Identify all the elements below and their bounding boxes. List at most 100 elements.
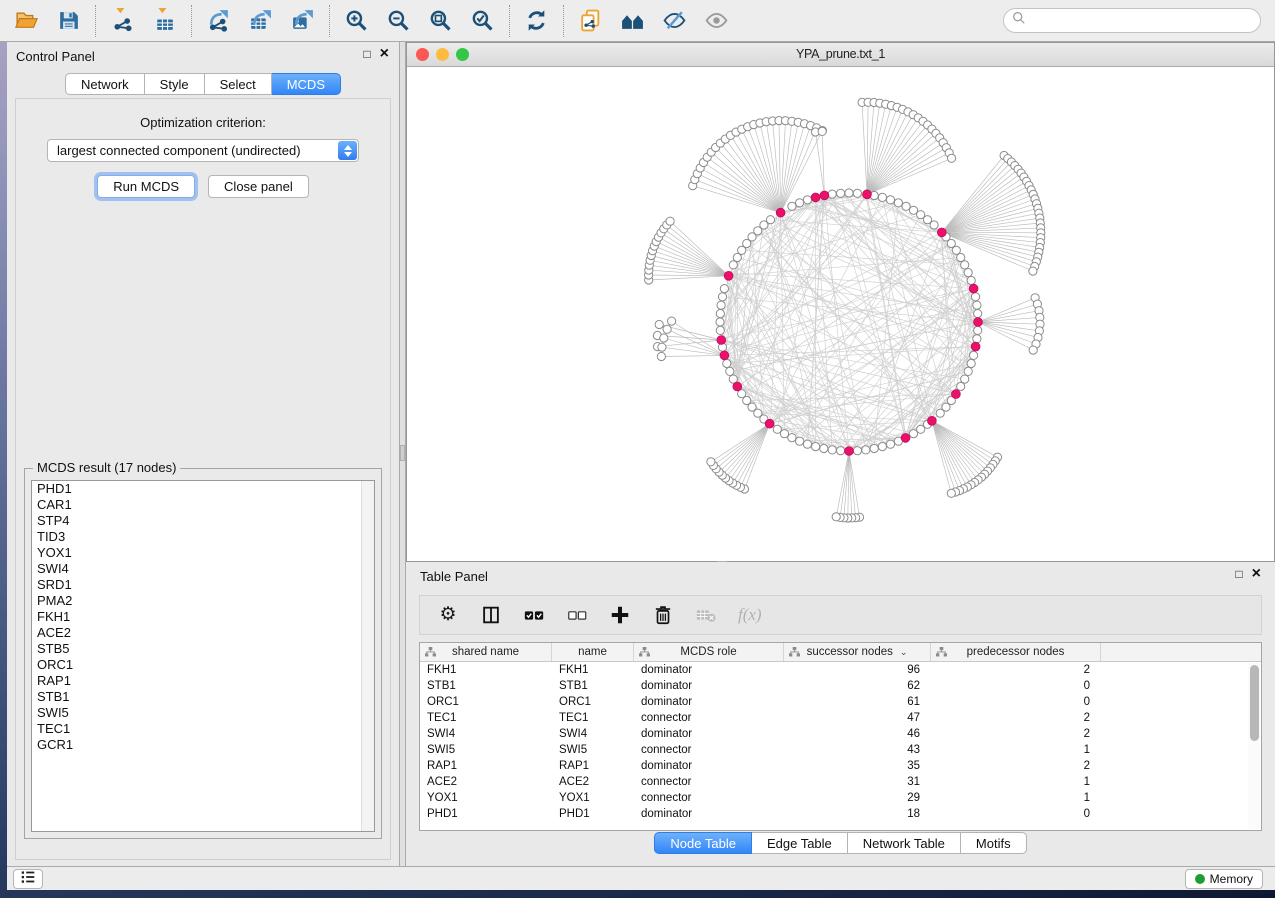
mcds-result-item[interactable]: STB1 [32, 689, 374, 705]
mcds-result-item[interactable]: STP4 [32, 513, 374, 529]
table-cell: RAP1 [420, 758, 552, 774]
tab-select[interactable]: Select [205, 73, 272, 95]
export-table-button[interactable] [247, 7, 274, 34]
mcds-result-item[interactable]: SRD1 [32, 577, 374, 593]
mcds-result-item[interactable]: TEC1 [32, 721, 374, 737]
import-table-button[interactable] [151, 7, 178, 34]
tab-node-table[interactable]: Node Table [654, 832, 752, 854]
column-header-successor-nodes[interactable]: successor nodes⌄ [784, 643, 931, 661]
mcds-result-item[interactable]: SWI5 [32, 705, 374, 721]
mcds-result-item[interactable]: CAR1 [32, 497, 374, 513]
columns-button[interactable] [480, 602, 502, 628]
tab-edge-table[interactable]: Edge Table [752, 832, 848, 854]
table-row[interactable]: FKH1FKH1dominator962 [420, 662, 1261, 678]
table-cell: 2 [931, 710, 1101, 726]
table-row[interactable]: SWI5SWI5connector431 [420, 742, 1261, 758]
table-row[interactable]: YOX1YOX1connector291 [420, 790, 1261, 806]
hide-selected-button[interactable] [661, 7, 688, 34]
deselect-all-button[interactable] [566, 602, 588, 628]
close-panel-icon[interactable]: × [380, 47, 389, 61]
save-session-icon [56, 8, 81, 33]
column-header-mcds-role[interactable]: MCDS role [634, 643, 784, 661]
float-table-panel-icon[interactable]: □ [1235, 567, 1242, 581]
mcds-result-item[interactable]: FKH1 [32, 609, 374, 625]
table-row[interactable]: RAP1RAP1dominator352 [420, 758, 1261, 774]
table-cell: 0 [931, 806, 1101, 822]
mcds-result-item[interactable]: YOX1 [32, 545, 374, 561]
result-list-scrollbar[interactable] [361, 481, 374, 831]
table-cell: 96 [784, 662, 931, 678]
table-cell: FKH1 [420, 662, 552, 678]
mcds-result-item[interactable]: ORC1 [32, 657, 374, 673]
show-all-button[interactable] [703, 7, 730, 34]
table-cell: connector [634, 774, 784, 790]
close-table-panel-icon[interactable]: × [1252, 567, 1261, 581]
column-header-name[interactable]: name [552, 643, 634, 661]
mcds-result-item[interactable]: PMA2 [32, 593, 374, 609]
first-neighbors-button[interactable] [619, 7, 646, 34]
column-header-predecessor-nodes[interactable]: predecessor nodes [931, 643, 1101, 661]
select-all-button[interactable] [523, 602, 545, 628]
mcds-result-item[interactable]: GCR1 [32, 737, 374, 753]
close-panel-button[interactable]: Close panel [208, 175, 309, 198]
table-scrollbar-thumb[interactable] [1250, 665, 1259, 741]
search-input[interactable] [1031, 11, 1260, 31]
import-network-button[interactable] [109, 7, 136, 34]
mcds-result-item[interactable]: PHD1 [32, 481, 374, 497]
zoom-in-button[interactable] [343, 7, 370, 34]
table-row[interactable]: ORC1ORC1dominator610 [420, 694, 1261, 710]
cytoscape-app: Control Panel □ × NetworkStyleSelectMCDS… [0, 0, 1275, 898]
float-panel-icon[interactable]: □ [363, 47, 370, 61]
zoom-fit-button[interactable] [427, 7, 454, 34]
settings-button[interactable]: ⚙ [437, 602, 459, 628]
table-row[interactable]: ACE2ACE2connector311 [420, 774, 1261, 790]
table-row[interactable]: SWI4SWI4dominator462 [420, 726, 1261, 742]
mcds-result-item[interactable]: TID3 [32, 529, 374, 545]
control-panel-tabs: NetworkStyleSelectMCDS [7, 73, 399, 95]
refresh-network-button[interactable] [523, 7, 550, 34]
run-mcds-button[interactable]: Run MCDS [97, 175, 195, 198]
memory-button[interactable]: Memory [1185, 869, 1263, 889]
table-cell: ORC1 [552, 694, 634, 710]
add-row-button[interactable] [609, 602, 631, 628]
table-row[interactable]: TEC1TEC1connector472 [420, 710, 1261, 726]
mcds-result-item[interactable]: ACE2 [32, 625, 374, 641]
table-row[interactable]: PHD1PHD1dominator180 [420, 806, 1261, 822]
task-history-button[interactable] [13, 869, 43, 889]
sort-desc-icon: ⌄ [900, 647, 908, 658]
search-box[interactable] [1003, 8, 1261, 33]
export-table-icon [248, 8, 273, 33]
tab-style[interactable]: Style [145, 73, 205, 95]
zoom-selected-icon [470, 8, 495, 33]
table-scrollbar[interactable] [1248, 663, 1260, 829]
zoom-out-button[interactable] [385, 7, 412, 34]
export-network-button[interactable] [205, 7, 232, 34]
mcds-result-item[interactable]: SWI4 [32, 561, 374, 577]
delete-row-button[interactable] [652, 602, 674, 628]
network-window-title: YPA_prune.txt_1 [407, 47, 1274, 61]
optimization-dropdown[interactable]: largest connected component (undirected) [47, 139, 359, 162]
table-row[interactable]: STB1STB1dominator620 [420, 678, 1261, 694]
save-session-button[interactable] [55, 7, 82, 34]
zoom-in-icon [344, 8, 369, 33]
mcds-result-item[interactable]: RAP1 [32, 673, 374, 689]
table-cell: dominator [634, 806, 784, 822]
tab-network[interactable]: Network [65, 73, 145, 95]
export-image-button[interactable] [289, 7, 316, 34]
delete-table-button [695, 602, 717, 628]
table-cell: connector [634, 710, 784, 726]
table-cell: SWI5 [552, 742, 634, 758]
network-titlebar[interactable]: YPA_prune.txt_1 [407, 43, 1274, 67]
network-canvas[interactable] [407, 67, 1274, 562]
open-session-button[interactable] [13, 7, 40, 34]
column-header-shared-name[interactable]: shared name [420, 643, 552, 661]
mcds-result-item[interactable]: STB5 [32, 641, 374, 657]
zoom-selected-button[interactable] [469, 7, 496, 34]
tab-network-table[interactable]: Network Table [848, 832, 961, 854]
duplicate-network-button[interactable] [577, 7, 604, 34]
tab-mcds[interactable]: MCDS [272, 73, 341, 95]
vertical-splitter-handle[interactable] [400, 445, 405, 461]
tab-motifs[interactable]: Motifs [961, 832, 1027, 854]
mcds-result-list[interactable]: PHD1CAR1STP4TID3YOX1SWI4SRD1PMA2FKH1ACE2… [31, 480, 375, 832]
delete-row-icon [652, 604, 674, 626]
